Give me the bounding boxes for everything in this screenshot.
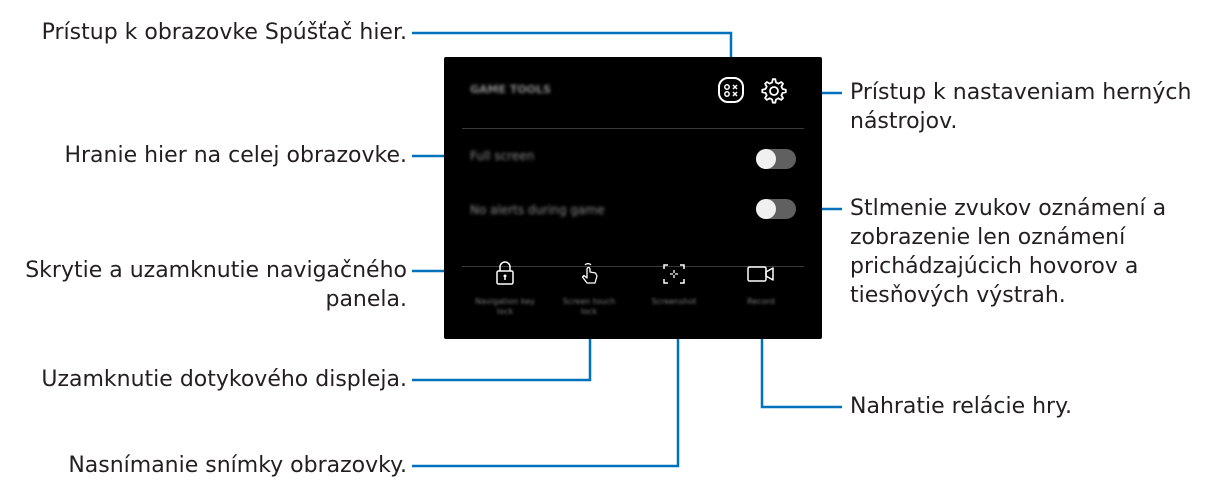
callout-nav-lock-line1: Skrytie a uzamknutie navigačného: [25, 258, 407, 283]
callout-settings-line2: nástrojov.: [850, 109, 958, 134]
full-screen-toggle[interactable]: [756, 149, 796, 169]
callout-settings-line1: Prístup k nastaveniam herných: [850, 80, 1192, 105]
video-camera-icon[interactable]: [746, 264, 776, 284]
full-screen-label: Full screen: [470, 149, 535, 163]
callout-nav-lock-line2: panela.: [325, 287, 407, 312]
screenshot-label: Screenshot: [651, 297, 697, 306]
screenshot-icon[interactable]: [662, 263, 686, 285]
touch-hand-icon[interactable]: [577, 261, 601, 287]
no-alerts-label: No alerts during game: [470, 203, 605, 217]
callout-full-screen: Hranie hier na celej obrazovke.: [64, 143, 407, 168]
callout-alerts-line1: Stlmenie zvukov oznámení a: [850, 196, 1167, 221]
callout-alerts: Stlmenie zvukov oznámení a zobrazenie le…: [850, 194, 1166, 310]
lock-icon[interactable]: [494, 260, 516, 286]
callout-settings: Prístup k nastaveniam herných nástrojov.: [850, 78, 1191, 136]
divider-top: [462, 128, 804, 129]
full-screen-toggle-knob: [756, 149, 776, 169]
callout-record: Nahratie relácie hry.: [850, 394, 1072, 419]
callout-alerts-line4: tiesňových výstrah.: [850, 283, 1066, 308]
record-label: Record: [747, 297, 775, 306]
no-alerts-toggle-knob: [756, 199, 776, 219]
callout-touch-lock: Uzamknutie dotykového displeja.: [41, 367, 407, 392]
callout-alerts-line3: prichádzajúcich hovorov a: [850, 254, 1139, 279]
no-alerts-toggle[interactable]: [756, 199, 796, 219]
callout-game-launcher: Prístup k obrazovke Spúšťač hier.: [41, 20, 407, 45]
callout-screenshot: Nasnímanie snímky obrazovky.: [68, 453, 407, 478]
panel-title: GAME TOOLS: [470, 83, 551, 96]
game-tools-panel: GAME TOOLS Full screen No alerts during …: [444, 57, 822, 339]
game-launcher-icon[interactable]: [717, 76, 745, 104]
screen-touch-lock-label: Screen touch lock: [562, 297, 616, 316]
nav-key-lock-label: Navigation key lock: [475, 297, 535, 316]
callout-alerts-line2: zobrazenie len oznámení: [850, 225, 1126, 250]
gear-icon[interactable]: [760, 77, 788, 105]
callout-nav-lock: Skrytie a uzamknutie navigačného panela.: [25, 256, 407, 314]
